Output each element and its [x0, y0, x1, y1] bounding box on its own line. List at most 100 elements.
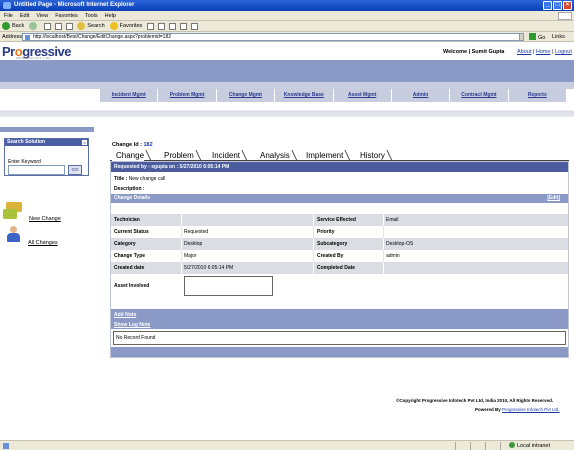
- page-done-icon: [3, 443, 9, 449]
- nav-problem-mgmt[interactable]: Problem Mgmt: [157, 89, 215, 102]
- window-title: Untitled Page - Microsoft Internet Explo…: [14, 2, 135, 8]
- nav-admin[interactable]: Admin: [390, 89, 449, 102]
- minimize-button[interactable]: _: [543, 1, 552, 10]
- asset-involved-field[interactable]: [184, 276, 273, 296]
- add-note-link[interactable]: Add Note: [114, 312, 136, 318]
- search-go-button[interactable]: GO: [68, 165, 82, 175]
- star-icon: [109, 22, 118, 30]
- tab-change[interactable]: Change: [112, 150, 145, 161]
- print-icon[interactable]: [169, 22, 177, 30]
- stop-icon[interactable]: [44, 22, 52, 30]
- nav-contract-mgmt[interactable]: Contract Mgmt: [449, 89, 507, 102]
- links-button[interactable]: Links: [552, 34, 565, 40]
- title-value: New change call: [128, 176, 166, 182]
- nav-reports[interactable]: Reports: [507, 89, 566, 102]
- mail-icon[interactable]: [158, 22, 166, 30]
- menu-tools[interactable]: Tools: [85, 13, 98, 19]
- nav-change-mgmt[interactable]: Change Mgmt: [215, 89, 274, 102]
- edit-icon[interactable]: [180, 22, 188, 30]
- forward-button[interactable]: [29, 22, 39, 30]
- asset-label: Asset Involved: [114, 283, 150, 289]
- detail-row: Category Desktop Subcategory Desktop-OS: [111, 238, 568, 250]
- back-button[interactable]: Back: [2, 22, 24, 30]
- database-icon: [3, 200, 25, 222]
- tab-incident[interactable]: Incident: [208, 150, 240, 161]
- address-url: http://localhost/Best/Change/EditChange.…: [33, 34, 172, 40]
- sidebar-strip: [0, 127, 94, 132]
- user-icon: [5, 226, 23, 244]
- edit-link[interactable]: [Edit]: [547, 194, 560, 203]
- nav-asset-mgmt[interactable]: Asset Mgmt: [332, 89, 391, 102]
- home-link[interactable]: Home: [536, 49, 551, 55]
- no-record-box: No Record Found: [113, 331, 566, 345]
- change-details-grid: Technician Service Effected Email Curren…: [111, 214, 568, 274]
- tab-problem[interactable]: Problem: [160, 150, 194, 161]
- address-label: Address: [2, 34, 23, 40]
- logout-link[interactable]: Logout: [555, 49, 572, 55]
- separator-strip: [0, 106, 574, 117]
- menu-file[interactable]: File: [4, 13, 13, 19]
- address-bar: Address http://localhost/Best/Change/Edi…: [0, 32, 574, 42]
- address-dropdown[interactable]: [519, 33, 524, 41]
- welcome-text: Welcome | Sumit Gupta: [443, 49, 505, 55]
- menu-view[interactable]: View: [36, 13, 48, 19]
- ie-icon: [3, 2, 11, 9]
- back-arrow-icon: [2, 22, 10, 30]
- all-changes-label: All Changes: [28, 240, 58, 246]
- history-icon[interactable]: [147, 22, 155, 30]
- menu-edit[interactable]: Edit: [20, 13, 29, 19]
- about-link[interactable]: About: [517, 49, 531, 55]
- go-button[interactable]: Go: [529, 33, 545, 41]
- search-solution-header: Search Solution ×: [5, 139, 88, 146]
- panel-footer-bar: [111, 347, 568, 357]
- tab-implement[interactable]: Implement: [302, 150, 343, 161]
- change-id-value: 182: [143, 142, 153, 148]
- menu-favorites[interactable]: Favorites: [55, 13, 78, 19]
- tab-history[interactable]: History: [356, 150, 385, 161]
- change-panel: Requested by - sgupta on : 5/27/2010 6:0…: [110, 161, 569, 358]
- header-band: [0, 60, 574, 82]
- change-tabs: Change Problem Incident Analysis Impleme…: [110, 149, 569, 161]
- search-button[interactable]: Search: [77, 22, 105, 30]
- powered-by: Powered By Progressive Infotech Pvt Ltd.: [475, 407, 560, 412]
- new-change-label: New Change: [29, 216, 61, 222]
- intranet-icon: [509, 442, 515, 448]
- search-solution-box: Search Solution × Enter Keyword GO: [4, 138, 89, 176]
- tab-analysis[interactable]: Analysis: [256, 150, 290, 161]
- security-zone: Local intranet: [509, 442, 550, 449]
- favorites-button[interactable]: Favorites: [109, 22, 142, 30]
- header-band-light: [0, 82, 574, 89]
- copyright-text: ©Copyright Progressive Infotech Pvt Ltd,…: [396, 398, 554, 403]
- change-id: Change Id : 182: [112, 142, 153, 148]
- detail-row: Created date 5/27/2010 6:05:14 PM Comple…: [111, 262, 568, 274]
- windows-logo-icon: [558, 12, 572, 20]
- status-bar: Local intranet: [0, 440, 574, 450]
- nav-incident-mgmt[interactable]: Incident Mgmt: [100, 89, 157, 102]
- notes-bar: Add Note Show Log Note: [111, 309, 568, 329]
- close-button[interactable]: ×: [563, 1, 572, 10]
- search-icon: [77, 22, 86, 30]
- asset-row: Asset Involved: [111, 274, 568, 300]
- home-icon[interactable]: [66, 22, 74, 30]
- collapse-icon[interactable]: ×: [82, 140, 87, 145]
- maximize-button[interactable]: □: [553, 1, 562, 10]
- main-nav: Incident Mgmt Problem Mgmt Change Mgmt K…: [100, 89, 566, 102]
- detail-row: Change Type Major Created By admin: [111, 250, 568, 262]
- show-log-note-link[interactable]: Show Log Note: [114, 322, 150, 328]
- page-icon: [25, 35, 30, 40]
- window-titlebar: Untitled Page - Microsoft Internet Explo…: [0, 0, 574, 11]
- forward-arrow-icon: [29, 22, 38, 30]
- change-details-header: Change Details [Edit]: [111, 194, 568, 203]
- detail-row: Current Status Requested Priority: [111, 226, 568, 238]
- address-field[interactable]: http://localhost/Best/Change/EditChange.…: [22, 33, 523, 41]
- keyword-input[interactable]: [8, 165, 65, 175]
- go-arrow-icon: [529, 33, 536, 40]
- description-label: Description :: [114, 186, 145, 192]
- discuss-icon[interactable]: [191, 22, 199, 30]
- powered-by-link[interactable]: Progressive Infotech Pvt Ltd.: [502, 407, 560, 412]
- nav-knowledge-base[interactable]: Knowledge Base: [274, 89, 332, 102]
- menu-help[interactable]: Help: [105, 13, 116, 19]
- top-links: About | Home | Logout: [517, 49, 572, 55]
- requested-by-header: Requested by - sgupta on : 5/27/2010 6:0…: [111, 162, 568, 172]
- refresh-icon[interactable]: [55, 22, 63, 30]
